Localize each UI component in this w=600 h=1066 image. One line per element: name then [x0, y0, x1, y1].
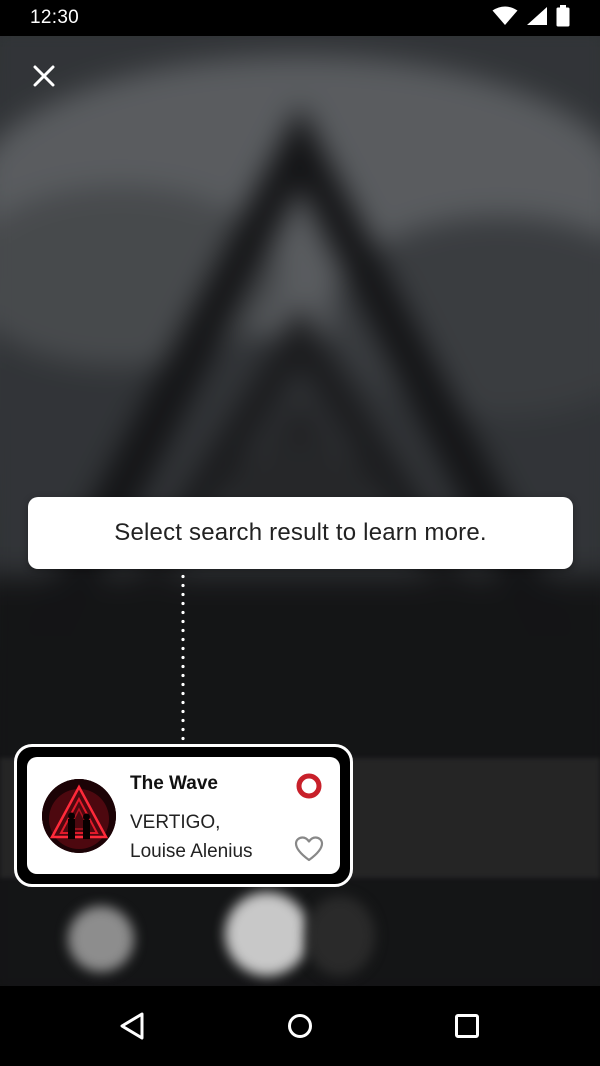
nav-back-button[interactable]	[103, 996, 163, 1056]
wifi-icon	[492, 6, 518, 31]
artist-line-2: Louise Alenius	[130, 841, 253, 862]
close-icon	[33, 65, 55, 87]
cellular-signal-icon	[526, 6, 548, 31]
battery-icon	[556, 4, 570, 32]
blurred-control-left	[68, 906, 134, 972]
status-bar: 12:30	[0, 0, 600, 36]
track-title: The Wave	[130, 773, 218, 794]
record-icon[interactable]	[295, 772, 323, 800]
artist-line-1: VERTIGO,	[130, 812, 221, 833]
nav-recents-button[interactable]	[437, 996, 497, 1056]
status-time: 12:30	[30, 7, 80, 28]
album-cover	[42, 779, 116, 853]
coach-mark-tooltip: Select search result to learn more.	[28, 497, 573, 569]
blurred-control-play	[225, 892, 309, 976]
tooltip-connector-line	[181, 572, 185, 748]
back-icon	[120, 1012, 144, 1040]
tooltip-text: Select search result to learn more.	[114, 519, 487, 546]
status-icons	[492, 4, 570, 32]
track-artist: VERTIGO, Louise Alenius	[130, 808, 290, 866]
blurred-player-controls	[0, 880, 600, 986]
nav-home-button[interactable]	[270, 996, 330, 1056]
app-screen: 12:30 Select search result to learn more…	[0, 0, 600, 1066]
search-result-card[interactable]: The Wave VERTIGO, Louise Alenius	[27, 757, 340, 874]
close-button[interactable]	[26, 58, 62, 94]
home-icon	[287, 1014, 312, 1038]
blurred-control-right	[305, 896, 375, 976]
system-nav-bar	[0, 986, 600, 1066]
recents-icon	[454, 1014, 479, 1038]
heart-icon[interactable]	[294, 835, 324, 863]
